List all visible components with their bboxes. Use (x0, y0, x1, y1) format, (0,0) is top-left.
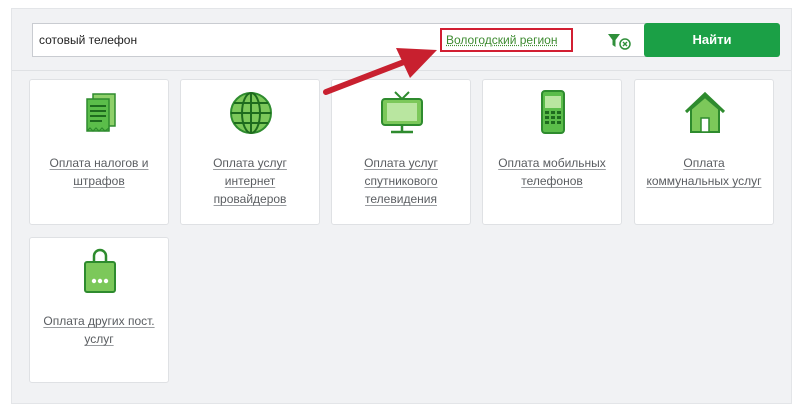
region-link[interactable]: Вологодский регион (440, 28, 573, 52)
mobile-phone-icon (541, 90, 565, 134)
service-tile-label[interactable]: Оплата услуг интернет провайдеров (187, 154, 313, 208)
search-bar: сотовый телефон Вологодский регион Найти (12, 9, 791, 71)
service-tile-taxes[interactable]: Оплата налогов и штрафов (29, 79, 169, 225)
search-input[interactable]: сотовый телефон (32, 23, 414, 57)
service-tile-satellite-tv[interactable]: Оплата услуг спутникового телевидения (331, 79, 471, 225)
service-tile-label[interactable]: Оплата коммунальных услуг (641, 154, 767, 190)
globe-icon (230, 92, 272, 134)
tax-document-icon (86, 93, 116, 132)
shopping-bag-icon (84, 248, 116, 293)
tv-icon (381, 91, 423, 134)
service-tile-label[interactable]: Оплата других пост. услуг (36, 312, 162, 348)
search-button[interactable]: Найти (644, 23, 780, 57)
service-tile-utilities[interactable]: Оплата коммунальных услуг (634, 79, 774, 225)
house-icon (684, 91, 726, 133)
region-selector[interactable]: Вологодский регион (413, 23, 648, 57)
filter-clear-icon[interactable] (606, 32, 632, 50)
service-tile-internet[interactable]: Оплата услуг интернет провайдеров (180, 79, 320, 225)
service-tile-label[interactable]: Оплата мобильных телефонов (489, 154, 615, 190)
service-tile-label[interactable]: Оплата налогов и штрафов (36, 154, 162, 190)
service-tile-mobile[interactable]: Оплата мобильных телефонов (482, 79, 622, 225)
service-tile-other[interactable]: Оплата других пост. услуг (29, 237, 169, 383)
service-tile-label[interactable]: Оплата услуг спутникового телевидения (338, 154, 464, 208)
